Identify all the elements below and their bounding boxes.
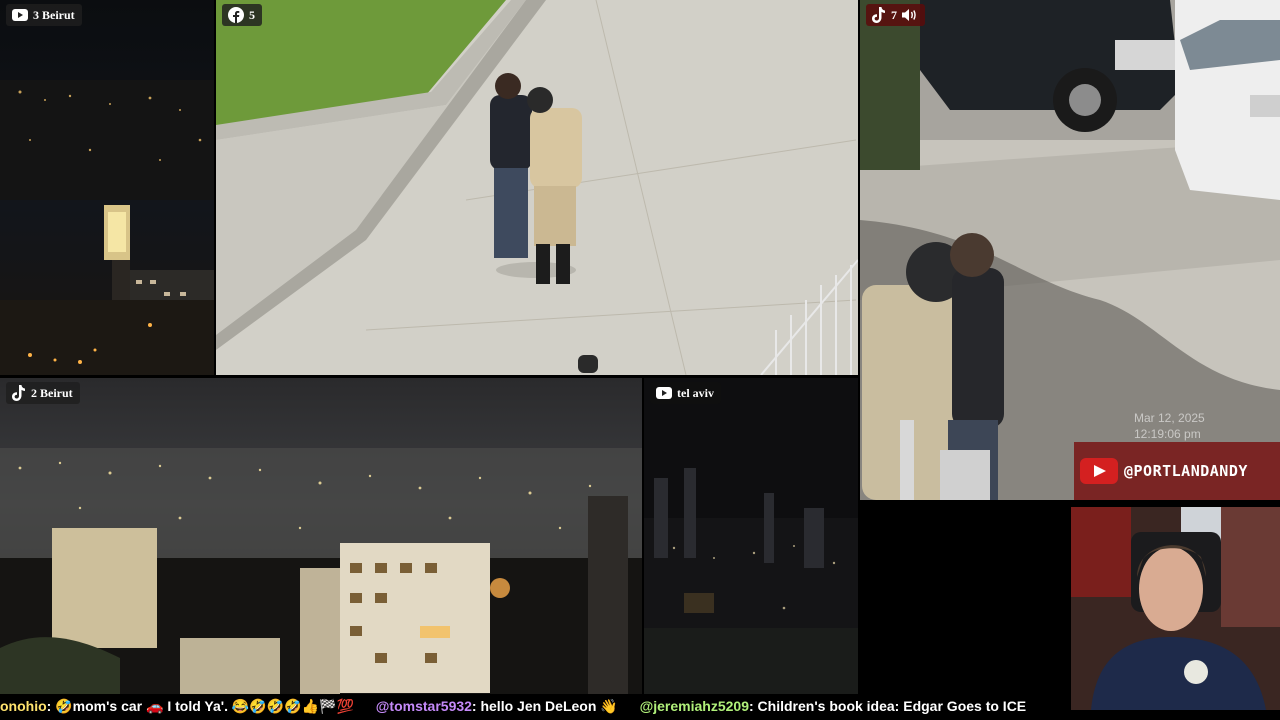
stream-pane-beirut-3[interactable]: 3 Beirut bbox=[0, 0, 214, 375]
pane-label-badge: tel aviv bbox=[650, 382, 721, 404]
youtube-icon bbox=[656, 387, 672, 399]
pane-label: 2 Beirut bbox=[31, 385, 73, 400]
stream-pane-center[interactable]: 5 bbox=[216, 0, 858, 375]
tiktok-icon bbox=[872, 7, 885, 23]
pane-label: 7 bbox=[891, 7, 897, 22]
speaker-icon[interactable] bbox=[902, 8, 918, 22]
stamp-date: Mar 12, 2025 bbox=[1134, 411, 1205, 425]
pane-label-badge: 3 Beirut bbox=[6, 4, 82, 26]
webcam-pane bbox=[1071, 507, 1280, 710]
tiktok-icon bbox=[12, 385, 25, 401]
facebook-icon bbox=[228, 7, 244, 23]
pane-label-badge: 7 bbox=[866, 4, 925, 26]
beirut-city-night-scene bbox=[0, 378, 642, 694]
chat-message: onohio: 🤣mom's car 🚗 I told Ya'. 😂🤣🤣🤣👍🏁💯 bbox=[0, 694, 354, 718]
pane-label-badge: 2 Beirut bbox=[6, 382, 80, 404]
streamer-webcam bbox=[1071, 507, 1280, 710]
portland-arrest-scene bbox=[860, 0, 1280, 500]
pane-label: 3 Beirut bbox=[33, 7, 75, 22]
chat-message: @tomstar5932: hello Jen DeLeon 👋 bbox=[376, 694, 618, 718]
chat-ticker: onohio: 🤣mom's car 🚗 I told Ya'. 😂🤣🤣🤣👍🏁💯… bbox=[0, 694, 1070, 718]
chat-text: : 🤣mom's car 🚗 I told Ya'. 😂🤣🤣🤣👍🏁💯 bbox=[46, 698, 354, 714]
stream-pane-tel-aviv[interactable]: tel aviv bbox=[644, 378, 858, 694]
tel-aviv-night-scene bbox=[644, 378, 858, 694]
chat-message: @jeremiahz5209: Children's book idea: Ed… bbox=[640, 694, 1027, 718]
beirut-night-scene bbox=[0, 0, 214, 375]
pane-label: 5 bbox=[249, 7, 255, 22]
youtube-icon bbox=[12, 9, 28, 21]
chat-text: : hello Jen DeLeon 👋 bbox=[471, 698, 618, 714]
channel-watermark: @PORTLANDANDY bbox=[1074, 442, 1280, 500]
chat-username: @jeremiahz5209 bbox=[639, 698, 749, 714]
pane-label: tel aviv bbox=[677, 385, 714, 400]
chat-username: onohio bbox=[0, 698, 47, 714]
stamp-time: 12:19:06 pm bbox=[1134, 427, 1201, 441]
stream-pane-portland[interactable]: 7 Mar 12, 2025 12:19:06 pm bbox=[860, 0, 1280, 500]
watermark-handle: @PORTLANDANDY bbox=[1124, 462, 1248, 480]
arrest-sidewalk-scene bbox=[216, 0, 858, 375]
chat-username: @tomstar5932 bbox=[375, 698, 472, 714]
pane-label-badge: 5 bbox=[222, 4, 262, 26]
stream-pane-beirut-2[interactable]: 2 Beirut bbox=[0, 378, 642, 694]
youtube-logo-icon bbox=[1080, 458, 1118, 484]
chat-text: : Children's book idea: Edgar Goes to IC… bbox=[749, 698, 1027, 714]
video-timestamp: Mar 12, 2025 12:19:06 pm bbox=[1134, 410, 1205, 442]
